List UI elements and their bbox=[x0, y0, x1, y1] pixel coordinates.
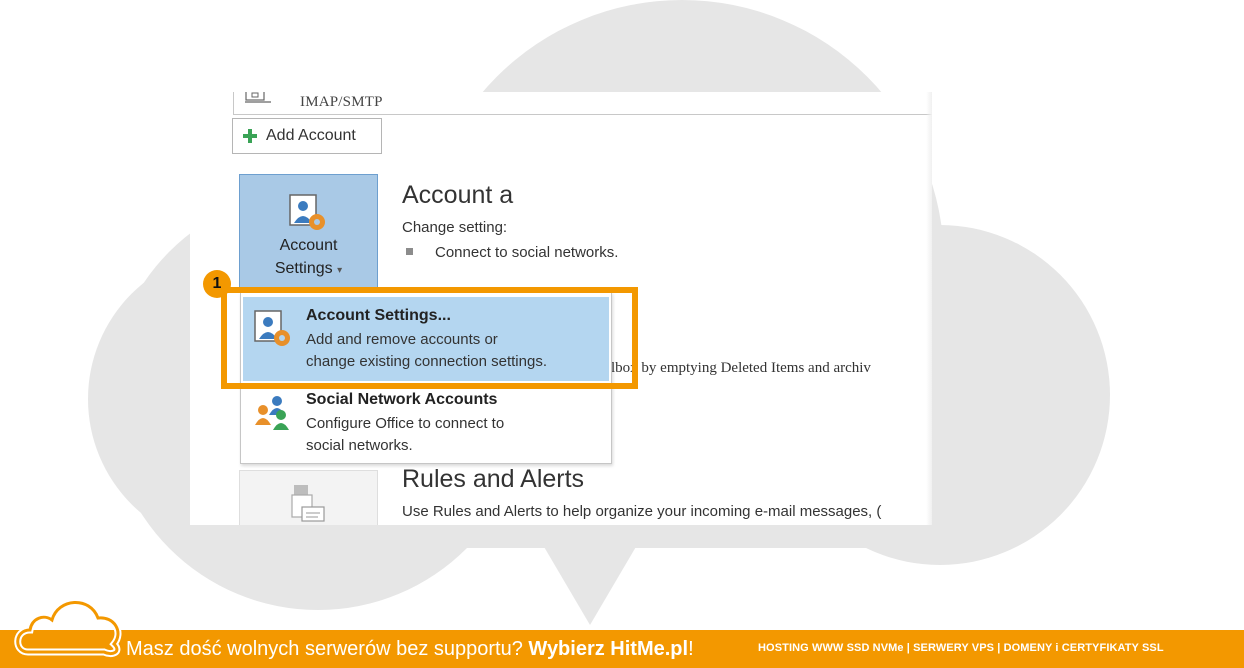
account-section-desc: Change setting: bbox=[402, 219, 508, 236]
panel-edge-fade bbox=[926, 92, 932, 525]
brand-text[interactable]: Wybierz HitMe.pl bbox=[528, 638, 688, 660]
add-account-button[interactable]: Add Account bbox=[232, 118, 382, 154]
mail-account-icon bbox=[245, 92, 271, 103]
services-list: HOSTING WWW SSD NVMe | SERWERY VPS | DOM… bbox=[758, 642, 1164, 654]
menu-item-social-network-accounts[interactable]: Social Network Accounts Configure Office… bbox=[243, 387, 609, 459]
promo-footer[interactable]: Masz dość wolnych serwerów bez supportu?… bbox=[0, 630, 1244, 668]
social-network-icon bbox=[255, 396, 289, 430]
add-account-label: Add Account bbox=[266, 127, 356, 144]
promo-text: Masz dość wolnych serwerów bez supportu?… bbox=[126, 638, 694, 660]
hitme-cloud-logo-icon bbox=[14, 599, 122, 658]
menu-item-desc-line1: Configure Office to connect to bbox=[306, 415, 505, 432]
account-list-row[interactable]: IMAP/SMTP bbox=[233, 92, 932, 115]
step-number-badge: 1 bbox=[203, 270, 231, 298]
account-settings-label-line2: Settings ▾ bbox=[274, 260, 343, 277]
rules-section-title: Rules and Alerts bbox=[402, 465, 585, 493]
account-settings-button[interactable]: Account Settings ▾ bbox=[239, 174, 378, 290]
account-section-bullet: Connect to social networks. bbox=[406, 244, 618, 261]
bullet-text: Connect to social networks. bbox=[435, 244, 619, 261]
highlight-box bbox=[221, 287, 638, 389]
account-settings-icon bbox=[289, 194, 325, 230]
account-type-label: IMAP/SMTP bbox=[300, 94, 383, 110]
rules-alerts-button[interactable] bbox=[239, 470, 378, 525]
account-settings-label-line1: Account bbox=[279, 237, 338, 254]
rules-section-desc: Use Rules and Alerts to help organize yo… bbox=[402, 503, 882, 520]
plus-icon bbox=[243, 129, 257, 143]
menu-item-desc-line2: social networks. bbox=[306, 437, 413, 454]
cleanup-section-desc: lbox by emptying Deleted Items and archi… bbox=[611, 360, 871, 376]
account-section-title: Account a bbox=[402, 181, 514, 209]
chevron-down-icon: ▾ bbox=[337, 265, 343, 276]
bullet-icon bbox=[406, 247, 413, 255]
rules-envelope-icon bbox=[291, 485, 325, 522]
menu-item-title: Social Network Accounts bbox=[306, 391, 498, 408]
